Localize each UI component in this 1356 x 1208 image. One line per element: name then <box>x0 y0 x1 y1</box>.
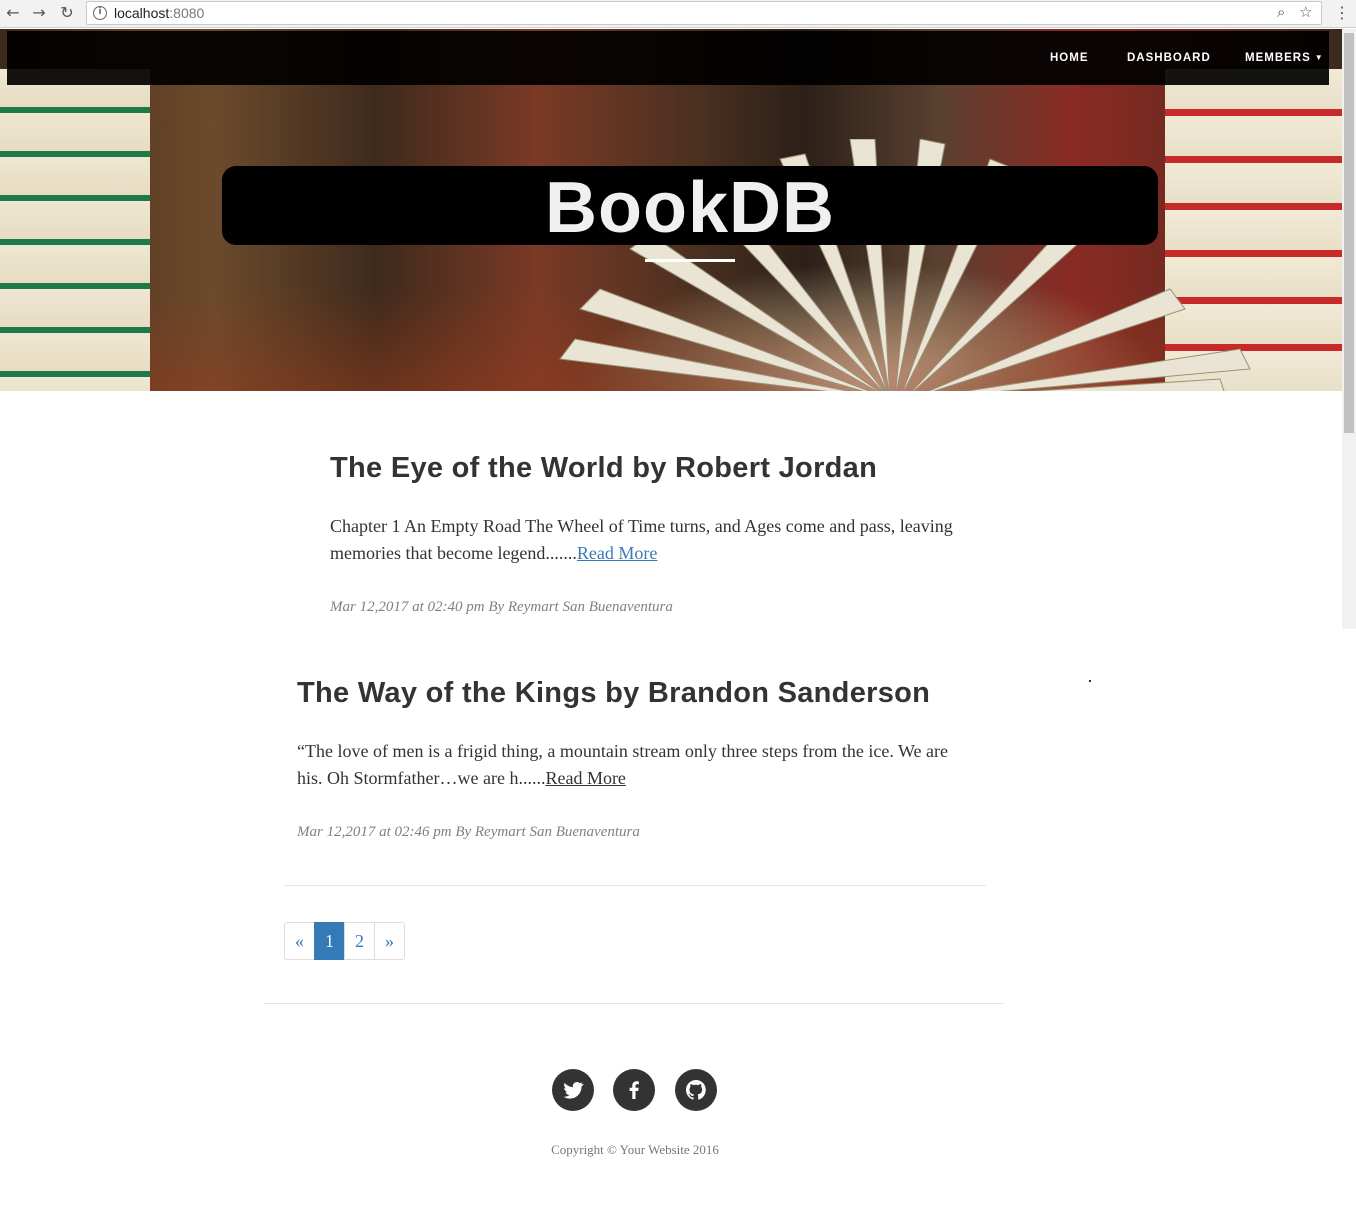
footer-divider <box>264 1003 1004 1004</box>
forward-arrow-icon[interactable]: → <box>28 2 50 24</box>
copyright-text: Copyright © Your Website 2016 <box>551 1142 719 1157</box>
stray-dot <box>1089 680 1091 682</box>
zoom-icon[interactable]: ⌕ <box>1277 3 1285 21</box>
url-text[interactable]: localhost:8080 <box>114 5 204 21</box>
post-title[interactable]: The Way of the Kings by Brandon Sanderso… <box>297 677 967 710</box>
post-meta: Mar 12,2017 at 02:46 pm By Reymart San B… <box>297 824 640 840</box>
pagination-page-2[interactable]: 2 <box>344 922 375 960</box>
post-preview: The Way of the Kings by Brandon Sanderso… <box>297 677 967 841</box>
content-divider <box>284 885 986 886</box>
facebook-link[interactable] <box>613 1069 655 1111</box>
book-stack-left-image <box>0 69 150 391</box>
post-preview: The Eye of the World by Robert Jordan Ch… <box>330 452 970 616</box>
read-more-link[interactable]: Read More <box>545 768 625 788</box>
read-more-link[interactable]: Read More <box>577 543 657 563</box>
pagination-prev[interactable]: « <box>284 922 315 960</box>
browser-toolbar: ← → ↻ i localhost:8080 ⌕ ☆ ⋮ <box>0 0 1356 28</box>
post-title[interactable]: The Eye of the World by Robert Jordan <box>330 452 970 485</box>
twitter-icon <box>563 1082 584 1099</box>
facebook-icon <box>629 1081 639 1099</box>
bookmark-star-icon[interactable]: ☆ <box>1299 3 1312 21</box>
browser-menu-icon[interactable]: ⋮ <box>1334 2 1350 24</box>
caret-down-icon: ▼ <box>1314 53 1324 63</box>
nav-home-link[interactable]: HOME <box>1050 52 1089 64</box>
post-excerpt: “The love of men is a frigid thing, a mo… <box>297 738 967 792</box>
address-bar[interactable]: i localhost:8080 ⌕ ☆ <box>86 1 1322 25</box>
top-navbar: HOME DASHBOARD MEMBERS ▼ <box>7 31 1329 85</box>
scrollbar[interactable] <box>1342 29 1356 629</box>
reload-icon[interactable]: ↻ <box>56 2 78 24</box>
post-meta: Mar 12,2017 at 02:40 pm By Reymart San B… <box>330 599 673 615</box>
twitter-link[interactable] <box>552 1069 594 1111</box>
back-arrow-icon[interactable]: ← <box>2 2 24 24</box>
pagination-next[interactable]: » <box>374 922 405 960</box>
pagination: « 1 2 » <box>284 922 405 960</box>
title-underline <box>645 259 735 262</box>
nav-dashboard-link[interactable]: DASHBOARD <box>1127 52 1211 64</box>
github-link[interactable] <box>675 1069 717 1111</box>
nav-members-dropdown[interactable]: MEMBERS ▼ <box>1245 52 1324 64</box>
site-info-icon[interactable]: i <box>93 6 107 20</box>
post-excerpt: Chapter 1 An Empty Road The Wheel of Tim… <box>330 513 970 567</box>
pagination-page-1[interactable]: 1 <box>314 922 345 960</box>
site-title: BookDB <box>545 168 835 248</box>
nav-members-label: MEMBERS <box>1245 52 1311 64</box>
github-icon <box>686 1080 706 1100</box>
scrollbar-thumb[interactable] <box>1344 33 1354 433</box>
